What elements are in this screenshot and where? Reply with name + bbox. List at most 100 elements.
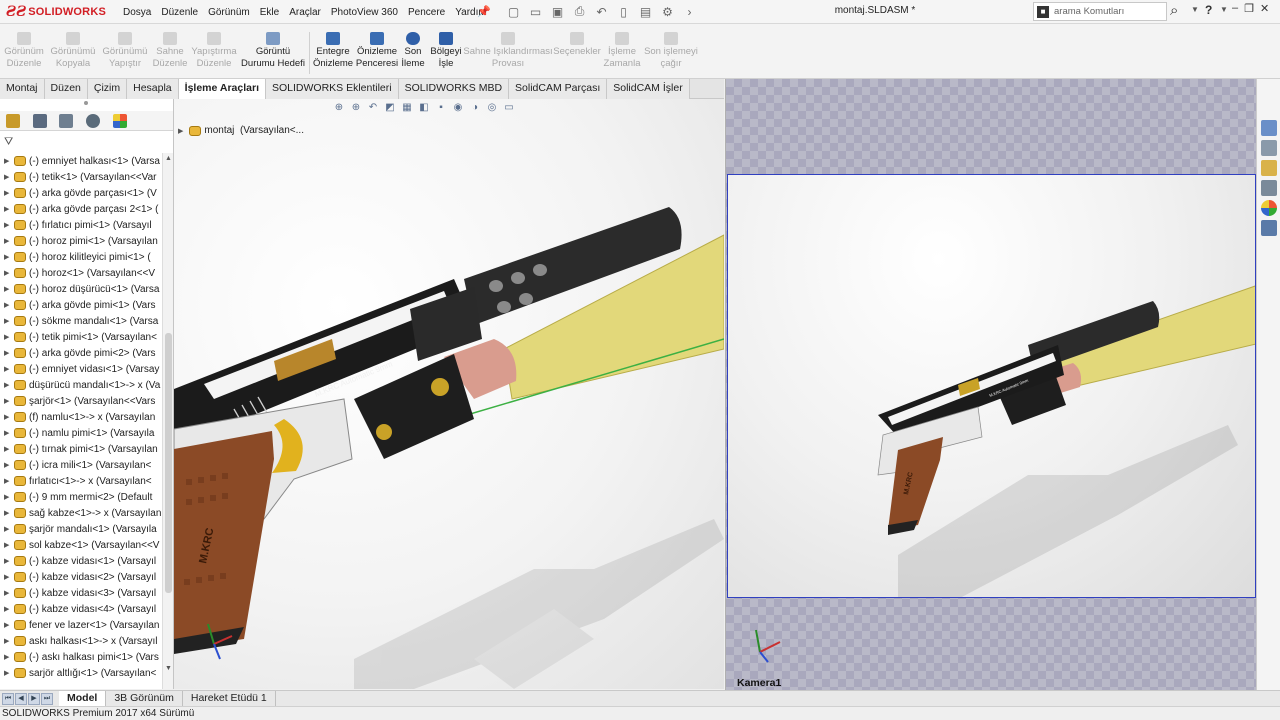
expand-arrow-icon[interactable]: ▶	[4, 541, 14, 549]
expand-arrow-icon[interactable]: ▶	[4, 509, 14, 517]
expand-arrow-icon[interactable]: ▶	[4, 333, 14, 341]
dynamic-annotation-icon[interactable]: ▦	[400, 101, 414, 114]
custom-properties-icon[interactable]	[1261, 220, 1277, 236]
tree-item[interactable]: ▶ (-) icra mili<1> (Varsayılan<	[0, 457, 162, 473]
feature-manager-icon[interactable]	[6, 114, 20, 128]
tree-item[interactable]: ▶ (-) arka gövde pimi<2> (Vars	[0, 345, 162, 361]
tree-item[interactable]: ▶ (-) arka gövde parçası<1> (V	[0, 185, 162, 201]
expand-arrow-icon[interactable]: ▶	[4, 205, 14, 213]
tree-item[interactable]: ▶ (-) horoz kilitleyici pimi<1> (	[0, 249, 162, 265]
tree-item[interactable]: ▶ (-) arka gövde parçası 2<1> (	[0, 201, 162, 217]
tab-render-tools[interactable]: İşleme Araçları	[178, 79, 266, 99]
zoom-to-fit-icon[interactable]: ⊕	[332, 101, 346, 114]
tree-item[interactable]: ▶ (-) tetik pimi<1> (Varsayılan<	[0, 329, 162, 345]
panel-splitter-handle[interactable]	[84, 101, 88, 105]
display-style-icon[interactable]: ▪	[434, 101, 448, 114]
expand-arrow-icon[interactable]: ▶	[4, 381, 14, 389]
solidworks-logo[interactable]: ƧƧ SOLIDWORKS	[6, 3, 106, 21]
expand-arrow-icon[interactable]: ▶	[4, 317, 14, 325]
tab-evaluate[interactable]: Hesapla	[127, 79, 179, 99]
tab-3d-view[interactable]: 3B Görünüm	[106, 690, 183, 707]
hide-show-items-icon[interactable]: ◉	[451, 101, 465, 114]
view-state-target-button[interactable]: Görüntü Durumu Hedefi	[238, 32, 308, 70]
view-settings-icon[interactable]: ▭	[502, 101, 516, 114]
expand-arrow-icon[interactable]: ▶	[4, 253, 14, 261]
next-tab-icon[interactable]: ▶	[28, 692, 40, 705]
scroll-down-icon[interactable]: ▼	[165, 665, 172, 672]
tree-item[interactable]: ▶ (-) horoz<1> (Varsayılan<<V	[0, 265, 162, 281]
scene-illumination-proof-button[interactable]: Sahne Işıklandırması Provası	[463, 32, 553, 70]
minimize-icon[interactable]: –	[1232, 2, 1238, 15]
expand-arrow-icon[interactable]: ▶	[4, 573, 14, 581]
tree-item[interactable]: ▶ (-) kabze vidası<4> (Varsayıl	[0, 601, 162, 617]
expand-arrow-icon[interactable]: ▶	[4, 397, 14, 405]
tab-solidcam-part[interactable]: SolidCAM Parçası	[509, 79, 608, 99]
file-explorer-icon[interactable]	[1261, 160, 1277, 176]
tree-item[interactable]: ▶ sarjör altlığı<1> (Varsayılan<	[0, 665, 162, 681]
tab-solidcam-operations[interactable]: SolidCAM İşler	[607, 79, 690, 99]
tree-item[interactable]: ▶ (-) emniyet halkası<1> (Varsa	[0, 153, 162, 169]
pin-menu-icon[interactable]: 📌	[477, 5, 491, 18]
tree-item[interactable]: ▶ (-) horoz pimi<1> (Varsayılan	[0, 233, 162, 249]
expand-arrow-icon[interactable]: ▶	[4, 189, 14, 197]
expand-arrow-icon[interactable]: ▶	[4, 621, 14, 629]
expand-arrow-icon[interactable]: ▶	[4, 285, 14, 293]
display-manager-icon[interactable]	[113, 114, 127, 128]
more-arrow-icon[interactable]: ›	[680, 3, 699, 20]
expand-arrow-icon[interactable]: ▶	[4, 173, 14, 181]
previous-view-icon[interactable]: ↶	[366, 101, 380, 114]
tab-model[interactable]: Model	[59, 690, 107, 707]
rebuild-icon[interactable]: ▤	[636, 3, 655, 20]
expand-arrow-icon[interactable]: ▶	[4, 221, 14, 229]
new-document-icon[interactable]: ▢	[504, 3, 523, 20]
section-view-icon[interactable]: ◩	[383, 101, 397, 114]
tree-item[interactable]: ▶ (-) fırlatıcı pimi<1> (Varsayıl	[0, 217, 162, 233]
solidworks-resources-icon[interactable]	[1261, 120, 1277, 136]
undo-icon[interactable]: ↶	[592, 3, 611, 20]
help-button[interactable]: ?	[1205, 3, 1212, 17]
search-icon[interactable]: ⌕	[1170, 2, 1178, 19]
tree-item[interactable]: ▶ (-) namlu pimi<1> (Varsayıla	[0, 425, 162, 441]
save-icon[interactable]: ▣	[548, 3, 567, 20]
expand-arrow-icon[interactable]: ▶	[4, 557, 14, 565]
tree-item[interactable]: ▶ şarjör mandalı<1> (Varsayıla	[0, 521, 162, 537]
menu-item-view[interactable]: Görünüm	[203, 7, 255, 18]
help-dropdown-icon[interactable]: ▼	[1220, 5, 1228, 14]
menu-item-insert[interactable]: Ekle	[255, 7, 284, 18]
zoom-to-area-icon[interactable]: ⊕	[349, 101, 363, 114]
tab-motion-study[interactable]: Hareket Etüdü 1	[183, 690, 276, 707]
expand-arrow-icon[interactable]: ▶	[4, 413, 14, 421]
dimxpert-manager-icon[interactable]	[86, 114, 100, 128]
edit-appearance-icon[interactable]: ◑	[468, 101, 482, 114]
expand-arrow-icon[interactable]: ▶	[4, 445, 14, 453]
tree-item[interactable]: ▶ (-) horoz düşürücü<1> (Varsa	[0, 281, 162, 297]
expand-arrow-icon[interactable]: ▶	[4, 653, 14, 661]
tab-layout[interactable]: Düzen	[44, 79, 88, 99]
tab-solidworks-mbd[interactable]: SOLIDWORKS MBD	[398, 79, 510, 99]
tree-item[interactable]: ▶ (f) namlu<1>-> x (Varsayılan	[0, 409, 162, 425]
expand-arrow-icon[interactable]: ▶	[4, 605, 14, 613]
tree-item[interactable]: ▶ fırlatıcı<1>-> x (Varsayılan<	[0, 473, 162, 489]
copy-appearance-button[interactable]: Görünümü Kopyala	[43, 32, 103, 70]
prev-tab-icon[interactable]: ◀	[15, 692, 27, 705]
menu-item-window[interactable]: Pencere	[403, 7, 450, 18]
scrollbar-thumb[interactable]	[165, 333, 172, 593]
expand-arrow-icon[interactable]: ▶	[4, 157, 14, 165]
expand-arrow-icon[interactable]: ▶	[4, 589, 14, 597]
expand-arrow-icon[interactable]: ▶	[4, 237, 14, 245]
design-library-icon[interactable]	[1261, 140, 1277, 156]
flyout-tree-root[interactable]: ▶ montaj (Varsayılan<...	[178, 125, 304, 136]
expand-arrow-icon[interactable]: ▶	[4, 269, 14, 277]
tree-item[interactable]: ▶ (-) sökme mandalı<1> (Varsa	[0, 313, 162, 329]
first-tab-icon[interactable]: ⏮	[2, 692, 14, 705]
tree-item[interactable]: ▶ (-) tırnak pimi<1> (Varsayılan	[0, 441, 162, 457]
menu-item-tools[interactable]: Araçlar	[284, 7, 326, 18]
expand-arrow-icon[interactable]: ▶	[178, 127, 183, 135]
tree-item[interactable]: ▶ (-) kabze vidası<2> (Varsayıl	[0, 569, 162, 585]
scroll-up-icon[interactable]: ▲	[165, 155, 172, 162]
tab-solidworks-addins[interactable]: SOLIDWORKS Eklentileri	[265, 79, 399, 99]
tree-item[interactable]: ▶ (-) kabze vidası<1> (Varsayıl	[0, 553, 162, 569]
tab-sketch[interactable]: Çizim	[87, 79, 128, 99]
appearances-scenes-icon[interactable]	[1261, 200, 1277, 216]
tab-assembly[interactable]: Montaj	[0, 79, 45, 99]
